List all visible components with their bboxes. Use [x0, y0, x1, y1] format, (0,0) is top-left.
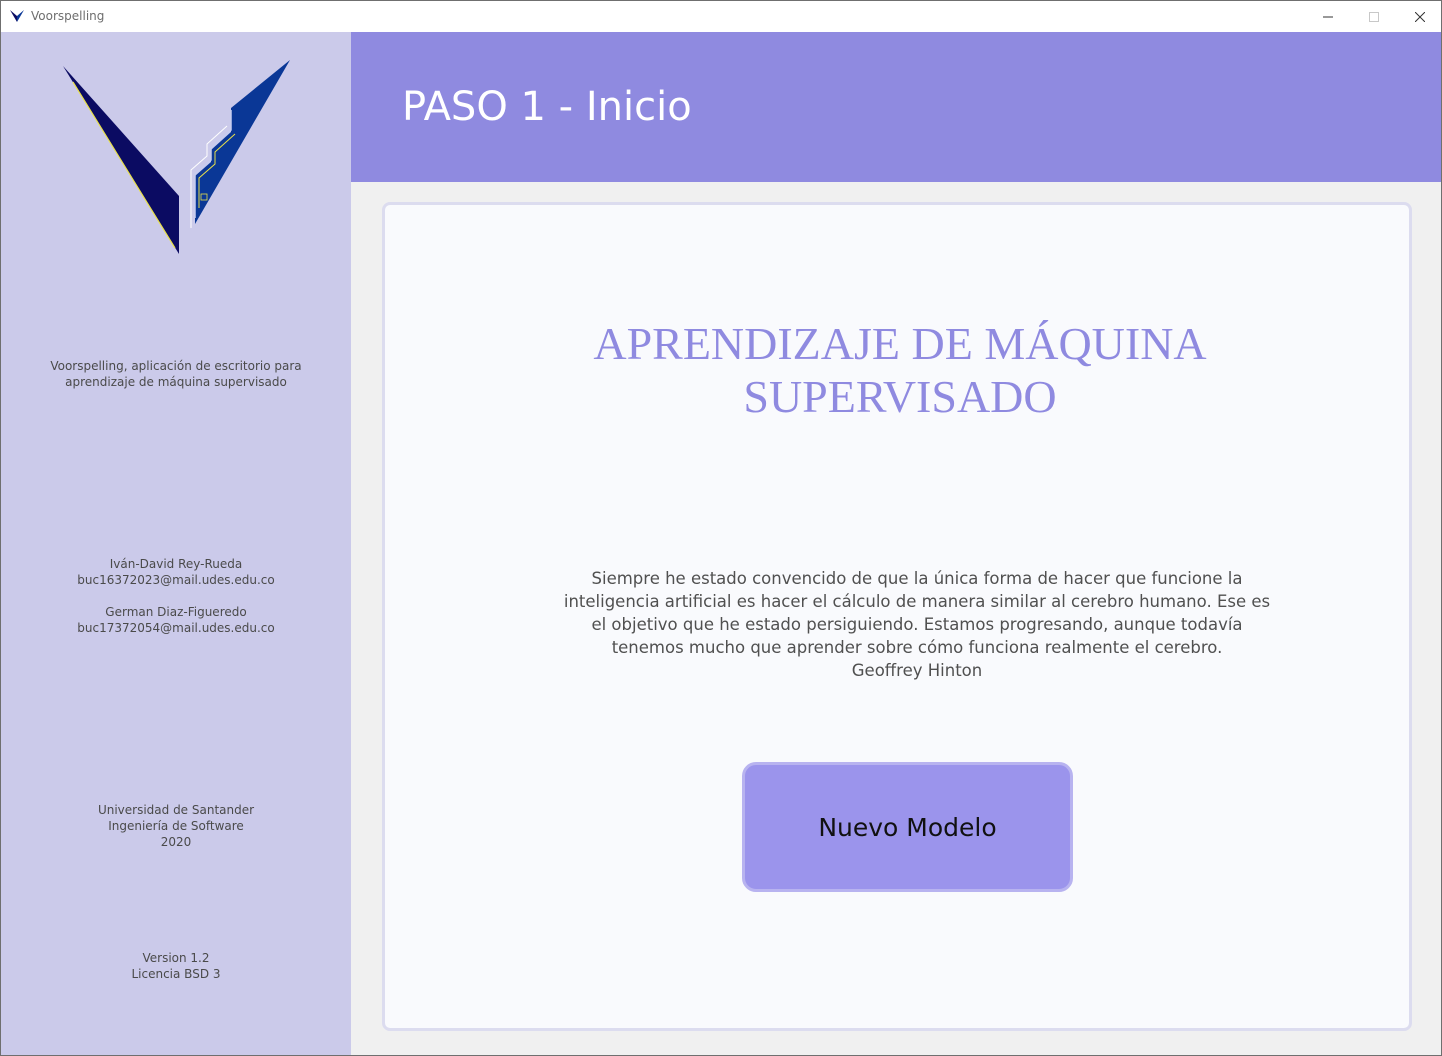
- version-label: Version 1.2: [142, 951, 210, 965]
- license-label: Licencia BSD 3: [131, 967, 221, 981]
- app-window: Voorspelling Voorspelling, aplicación de…: [0, 0, 1442, 1056]
- description-line: aprendizaje de máquina supervisado: [65, 375, 287, 389]
- app-logo-icon: [10, 10, 24, 22]
- quote-text: Siempre he estado convencido de que la ú…: [563, 569, 1271, 657]
- maximize-icon: [1369, 11, 1379, 22]
- close-button[interactable]: [1397, 1, 1442, 32]
- author-name: German Diaz-Figueredo: [105, 605, 247, 619]
- institution-line: Universidad de Santander: [97, 803, 255, 817]
- institution-line: Ingeniería de Software: [108, 819, 244, 833]
- minimize-icon: [1323, 16, 1333, 17]
- voorspelling-logo: [63, 60, 290, 254]
- close-icon: [1415, 11, 1425, 22]
- app-description: Voorspelling, aplicación de escritorio p…: [1, 358, 351, 390]
- main-card: APRENDIZAJE DE MÁQUINA SUPERVISADO Siemp…: [382, 202, 1412, 1031]
- minimize-button[interactable]: [1305, 1, 1351, 32]
- title-bar[interactable]: Voorspelling: [1, 1, 1441, 32]
- new-model-button[interactable]: Nuevo Modelo: [742, 762, 1073, 892]
- quote-author: Geoffrey Hinton: [851, 661, 983, 680]
- main-heading: APRENDIZAJE DE MÁQUINA SUPERVISADO: [385, 317, 1415, 423]
- institution-line: 2020: [160, 835, 192, 849]
- version-block: Version 1.2 Licencia BSD 3: [1, 950, 351, 982]
- author-email: buc16372023@mail.udes.edu.co: [77, 573, 275, 587]
- step-header: PASO 1 - Inicio: [351, 32, 1441, 182]
- main-heading-line: SUPERVISADO: [743, 371, 1057, 422]
- window-title: Voorspelling: [31, 9, 105, 23]
- authors-block: Iván-David Rey-Rueda buc16372023@mail.ud…: [1, 556, 351, 636]
- description-line: Voorspelling, aplicación de escritorio p…: [50, 359, 302, 373]
- main-heading-line: APRENDIZAJE DE MÁQUINA: [593, 318, 1207, 369]
- author-name: Iván-David Rey-Rueda: [109, 557, 243, 571]
- maximize-button[interactable]: [1351, 1, 1397, 32]
- author-email: buc17372054@mail.udes.edu.co: [77, 621, 275, 635]
- page-title: PASO 1 - Inicio: [402, 84, 692, 130]
- sidebar: Voorspelling, aplicación de escritorio p…: [1, 32, 351, 1055]
- institution-block: Universidad de Santander Ingeniería de S…: [1, 802, 351, 850]
